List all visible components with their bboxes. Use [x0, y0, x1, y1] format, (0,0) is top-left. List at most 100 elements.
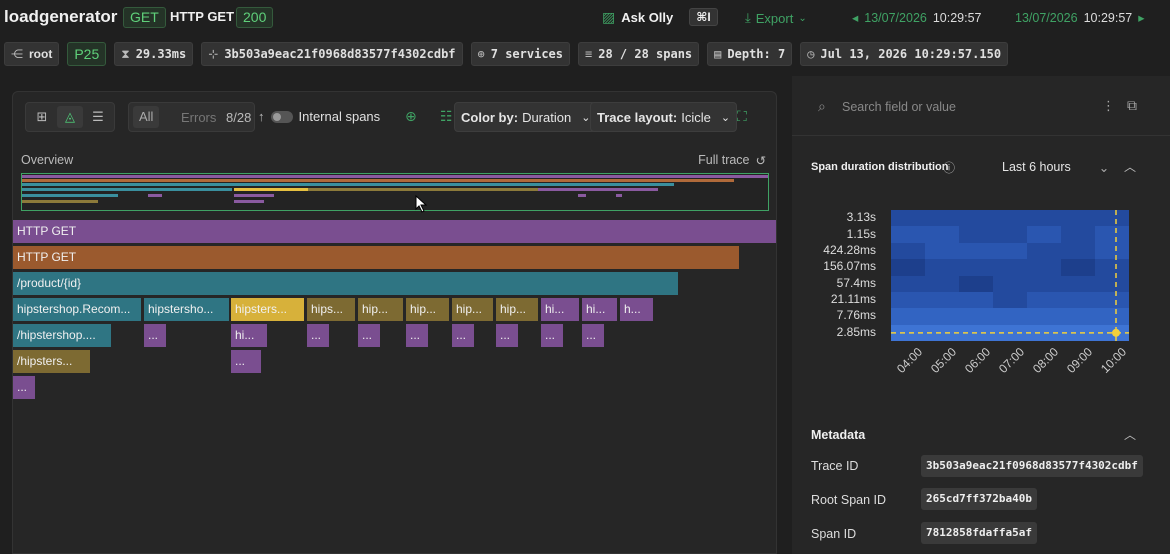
chevron-down-icon: ⌄	[720, 111, 731, 124]
internal-spans-toggle[interactable]: ↑ Internal spans	[258, 109, 380, 124]
span-bar[interactable]: ...	[406, 324, 428, 347]
tree-view-icon[interactable]: ☰	[85, 106, 111, 128]
minimap-bar	[22, 183, 674, 186]
depth-value: Depth: 7	[727, 47, 786, 61]
chevron-up-icon[interactable]: ︿	[1124, 426, 1136, 443]
timestamp-value: Jul 13, 2026 10:29:57.150	[820, 47, 1002, 61]
trace-id-chip[interactable]: ⊹ 3b503a9eac21f0968d83577f4302cdbf	[201, 42, 463, 66]
x-tick-label: 04:00	[894, 344, 926, 376]
span-bar[interactable]: hip...	[496, 298, 538, 321]
span-bar[interactable]: hip...	[406, 298, 449, 321]
minimap-bar	[308, 188, 538, 191]
span-bar[interactable]: ...	[13, 376, 35, 399]
overview-minimap[interactable]	[21, 173, 769, 211]
minimap-bar	[148, 194, 162, 197]
chevron-up-icon[interactable]: ︿	[1124, 158, 1136, 175]
flame-view-icon[interactable]: ◬	[57, 106, 83, 128]
minimap-bar	[616, 194, 622, 197]
span-bar[interactable]: ...	[307, 324, 329, 347]
time-range-dropdown[interactable]: Last 6 hours ⌄	[1002, 160, 1109, 175]
trace-id-value[interactable]: 3b503a9eac21f0968d83577f4302cdbf	[921, 455, 1143, 477]
previous-trace-button[interactable]: ◂ 13/07/2026 10:29:57	[852, 10, 982, 26]
color-by-dropdown[interactable]: Color by: Duration ⌄	[454, 102, 598, 132]
fullscreen-icon[interactable]: ⛶	[737, 108, 747, 125]
span-bar[interactable]: hi...	[541, 298, 579, 321]
span-id-label: Span ID	[811, 527, 857, 541]
minimap-bar	[234, 194, 274, 197]
root-span-id-label: Root Span ID	[811, 493, 887, 507]
spans-chip[interactable]: ≡ 28 / 28 spans	[578, 42, 700, 66]
x-tick-label: 10:00	[1098, 344, 1130, 376]
span-bar[interactable]: /hipsters...	[13, 350, 90, 373]
hourglass-icon: ⧗	[121, 46, 130, 61]
span-bar[interactable]: ...	[358, 324, 380, 347]
sort-arrows-icon: ↑	[258, 109, 265, 124]
x-tick-label: 08:00	[1030, 344, 1062, 376]
y-tick-label: 1.15s	[846, 226, 876, 241]
toggle-switch[interactable]	[270, 110, 293, 123]
next-trace-button[interactable]: 13/07/2026 10:29:57 ▸	[1015, 10, 1145, 26]
more-options-icon[interactable]: ⋮	[1102, 98, 1115, 114]
span-bar[interactable]: ...	[452, 324, 474, 347]
span-bar[interactable]: hipsters...	[231, 298, 304, 321]
span-bar[interactable]: ...	[144, 324, 166, 347]
root-chip[interactable]: ⋲ root	[4, 42, 60, 66]
span-bar[interactable]: HTTP GET	[13, 246, 739, 269]
root-span-id-value[interactable]: 265cd7ff372ba40b	[921, 488, 1037, 510]
full-trace-button[interactable]: Full trace ↺	[698, 153, 766, 168]
spans-value: 28 / 28 spans	[598, 47, 693, 61]
timestamp-chip[interactable]: ◷ Jul 13, 2026 10:29:57.150	[800, 42, 1009, 66]
list-settings-icon[interactable]: ☷	[440, 108, 453, 125]
search-input[interactable]: Search field or value	[842, 100, 956, 114]
span-bar[interactable]: hi...	[582, 298, 617, 321]
duration-chip[interactable]: ⧗ 29.33ms	[114, 42, 194, 66]
minimap-bar	[234, 188, 308, 191]
metadata-title: Metadata	[811, 428, 866, 442]
ask-olly-button[interactable]: ▨ Ask Olly ⌘I	[602, 8, 718, 26]
span-bar[interactable]: ...	[231, 350, 261, 373]
heatmap-highlight-overlay	[891, 210, 1129, 341]
percentile-chip[interactable]: P25	[67, 42, 107, 66]
trace-layout-value: Icicle	[681, 109, 711, 125]
services-chip[interactable]: ⊕ 7 services	[470, 42, 570, 66]
previous-time: 10:29:57	[932, 10, 982, 25]
info-icon[interactable]: ⓘ	[943, 159, 955, 176]
depth-chip[interactable]: ▤ Depth: 7	[707, 42, 793, 66]
export-label: Export	[755, 10, 794, 26]
x-tick-label: 05:00	[928, 344, 960, 376]
mouse-cursor-icon	[415, 195, 428, 213]
filter-errors-button[interactable]: Errors	[181, 107, 216, 129]
span-bar[interactable]: ...	[541, 324, 563, 347]
span-bar[interactable]: h...	[620, 298, 653, 321]
zoom-in-icon[interactable]: ⊕	[405, 108, 417, 125]
span-bar[interactable]: ...	[582, 324, 604, 347]
span-id-value[interactable]: 7812858fdaffa5af	[921, 522, 1037, 544]
method-badge: GET	[123, 7, 166, 28]
list-icon: ≡	[585, 47, 593, 61]
collapse-panel-icon[interactable]: ⧉	[1127, 97, 1137, 114]
span-bar[interactable]: ...	[496, 324, 518, 347]
span-bar[interactable]: hip...	[358, 298, 403, 321]
trace-visualization-panel: ⊞ ◬ ☰ All Errors 8/28 ↑ Internal spans ⊕…	[12, 91, 777, 554]
chevron-down-icon: ⌄	[798, 12, 807, 24]
trace-id-label: Trace ID	[811, 459, 859, 473]
export-button[interactable]: ⤓ Export ⌄	[745, 10, 807, 26]
span-bar[interactable]: /product/{id}	[13, 272, 678, 295]
span-bar[interactable]: hip...	[452, 298, 493, 321]
sparkle-icon: ▨	[602, 8, 616, 25]
grid-view-icon[interactable]: ⊞	[29, 106, 55, 128]
trace-layout-dropdown[interactable]: Trace layout: Icicle ⌄	[590, 102, 738, 132]
full-trace-label: Full trace	[698, 153, 750, 167]
minimap-bar	[22, 175, 768, 178]
network-icon: ⊹	[208, 47, 219, 61]
span-bar[interactable]: HTTP GET	[13, 220, 776, 243]
chevron-left-icon: ◂	[852, 11, 859, 25]
span-bar[interactable]: hips...	[307, 298, 355, 321]
span-bar[interactable]: hipstersho...	[144, 298, 229, 321]
span-filter-group: All Errors 8/28	[128, 102, 255, 132]
span-bar[interactable]: hi...	[231, 324, 267, 347]
filter-all-button[interactable]: All	[133, 106, 160, 128]
chevron-right-icon: ▸	[1138, 11, 1145, 25]
span-bar[interactable]: /hipstershop....	[13, 324, 111, 347]
span-bar[interactable]: hipstershop.Recom...	[13, 298, 141, 321]
